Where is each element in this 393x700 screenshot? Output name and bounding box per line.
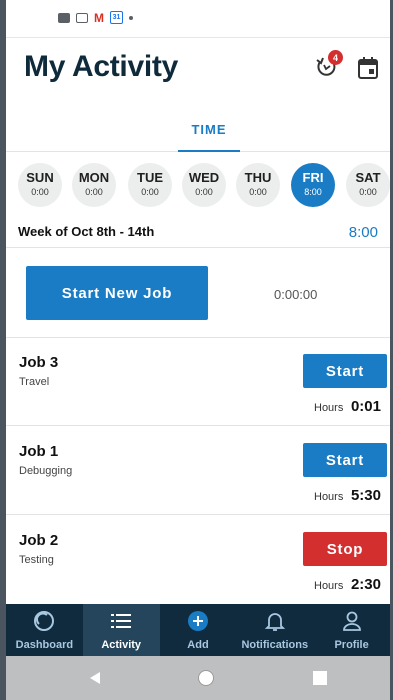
day-name: SAT: [355, 170, 381, 185]
day-name: THU: [244, 170, 272, 185]
nav-add[interactable]: Add: [160, 604, 237, 656]
job-row: Job 2 Testing Stop Hours 2:30: [6, 516, 390, 604]
hours-label: Hours: [314, 402, 344, 414]
recents-button[interactable]: [313, 671, 327, 685]
day-hours: 0:00: [359, 187, 377, 197]
start-job-button[interactable]: Start: [303, 443, 387, 477]
job-name: Job 1: [19, 443, 59, 460]
nav-dashboard[interactable]: Dashboard: [6, 604, 83, 656]
start-job-button[interactable]: Start: [303, 354, 387, 388]
day-selector: SUN 0:00 MON 0:00 TUE 0:00 WED 0:00 THU …: [18, 163, 390, 209]
hours-value: 0:01: [350, 398, 381, 415]
day-tue[interactable]: TUE 0:00: [128, 163, 172, 207]
timer: 0:00:00: [274, 287, 318, 302]
app-frame: M 31 My Activity 4 TIME SUN 0:00 MON 0:0…: [0, 0, 393, 700]
job-task: Debugging: [19, 465, 73, 477]
day-hours: 0:00: [141, 187, 159, 197]
nav-activity[interactable]: Activity: [82, 604, 160, 656]
day-hours: 0:00: [249, 187, 267, 197]
day-hours: 0:00: [85, 187, 103, 197]
stop-job-button[interactable]: Stop: [303, 532, 387, 566]
list-icon: [111, 614, 132, 628]
nav-profile[interactable]: Profile: [313, 604, 390, 656]
day-hours: 0:00: [31, 187, 49, 197]
nav-label: Notifications: [241, 639, 309, 651]
nav-label: Add: [187, 639, 209, 651]
day-hours: 0:00: [195, 187, 213, 197]
day-wed[interactable]: WED 0:00: [182, 163, 226, 207]
new-job-row: Start New Job 0:00:00: [6, 250, 390, 338]
week-total: 8:00: [348, 224, 378, 241]
back-icon[interactable]: [88, 671, 102, 685]
day-name: WED: [188, 170, 220, 185]
dot-icon: [129, 15, 133, 20]
bottom-nav: Dashboard Activity Add Notifications Pro…: [6, 604, 390, 656]
page-title: My Activity: [24, 50, 178, 83]
job-row: Job 1 Debugging Start Hours 5:30: [6, 427, 390, 515]
day-thu[interactable]: THU 0:00: [236, 163, 280, 207]
calendar-button[interactable]: [357, 56, 379, 80]
day-name: FRI: [302, 170, 324, 185]
week-label: Week of Oct 8th - 14th: [18, 224, 155, 239]
image-icon: [58, 12, 70, 23]
nav-notifications[interactable]: Notifications: [236, 604, 313, 656]
tab-bar: TIME: [6, 112, 390, 152]
system-nav-bar: [6, 656, 390, 700]
gmail-icon: M: [94, 10, 104, 25]
add-icon: [187, 611, 208, 631]
person-icon: [342, 611, 361, 631]
day-name: MON: [78, 170, 110, 185]
job-row: Job 3 Travel Start Hours 0:01: [6, 338, 390, 426]
day-name: TUE: [137, 170, 163, 185]
status-icons: M 31: [58, 11, 133, 24]
calendar-31-icon: 31: [110, 11, 123, 24]
header: My Activity 4: [6, 38, 390, 100]
bell-icon: [264, 613, 285, 631]
job-name: Job 3: [19, 354, 59, 371]
day-sun[interactable]: SUN 0:00: [18, 163, 62, 207]
day-hours: 8:00: [304, 187, 322, 197]
calendar-icon: [358, 57, 378, 79]
nav-label: Profile: [334, 639, 369, 651]
dashboard-icon: [34, 611, 55, 631]
nav-label: Activity: [101, 639, 142, 651]
sync-badge: 4: [328, 50, 343, 65]
home-button[interactable]: [198, 670, 214, 686]
nav-label: Dashboard: [15, 639, 74, 651]
hours-label: Hours: [314, 491, 344, 503]
status-bar: M 31: [6, 0, 390, 38]
day-mon[interactable]: MON 0:00: [72, 163, 116, 207]
card-icon: [76, 12, 88, 23]
day-sat[interactable]: SAT 0:00: [346, 163, 390, 207]
tab-time[interactable]: TIME: [178, 112, 240, 152]
day-fri[interactable]: FRI 8:00: [291, 163, 335, 207]
job-name: Job 2: [19, 532, 59, 549]
job-task: Travel: [19, 376, 50, 388]
hours-value: 5:30: [350, 487, 381, 504]
start-new-job-button[interactable]: Start New Job: [26, 266, 208, 320]
day-name: SUN: [26, 170, 54, 185]
job-task: Testing: [19, 554, 54, 566]
sync-button[interactable]: 4: [312, 50, 343, 82]
hours-label: Hours: [314, 580, 344, 592]
hours-value: 2:30: [350, 576, 381, 593]
week-summary: Week of Oct 8th - 14th 8:00: [6, 218, 390, 248]
